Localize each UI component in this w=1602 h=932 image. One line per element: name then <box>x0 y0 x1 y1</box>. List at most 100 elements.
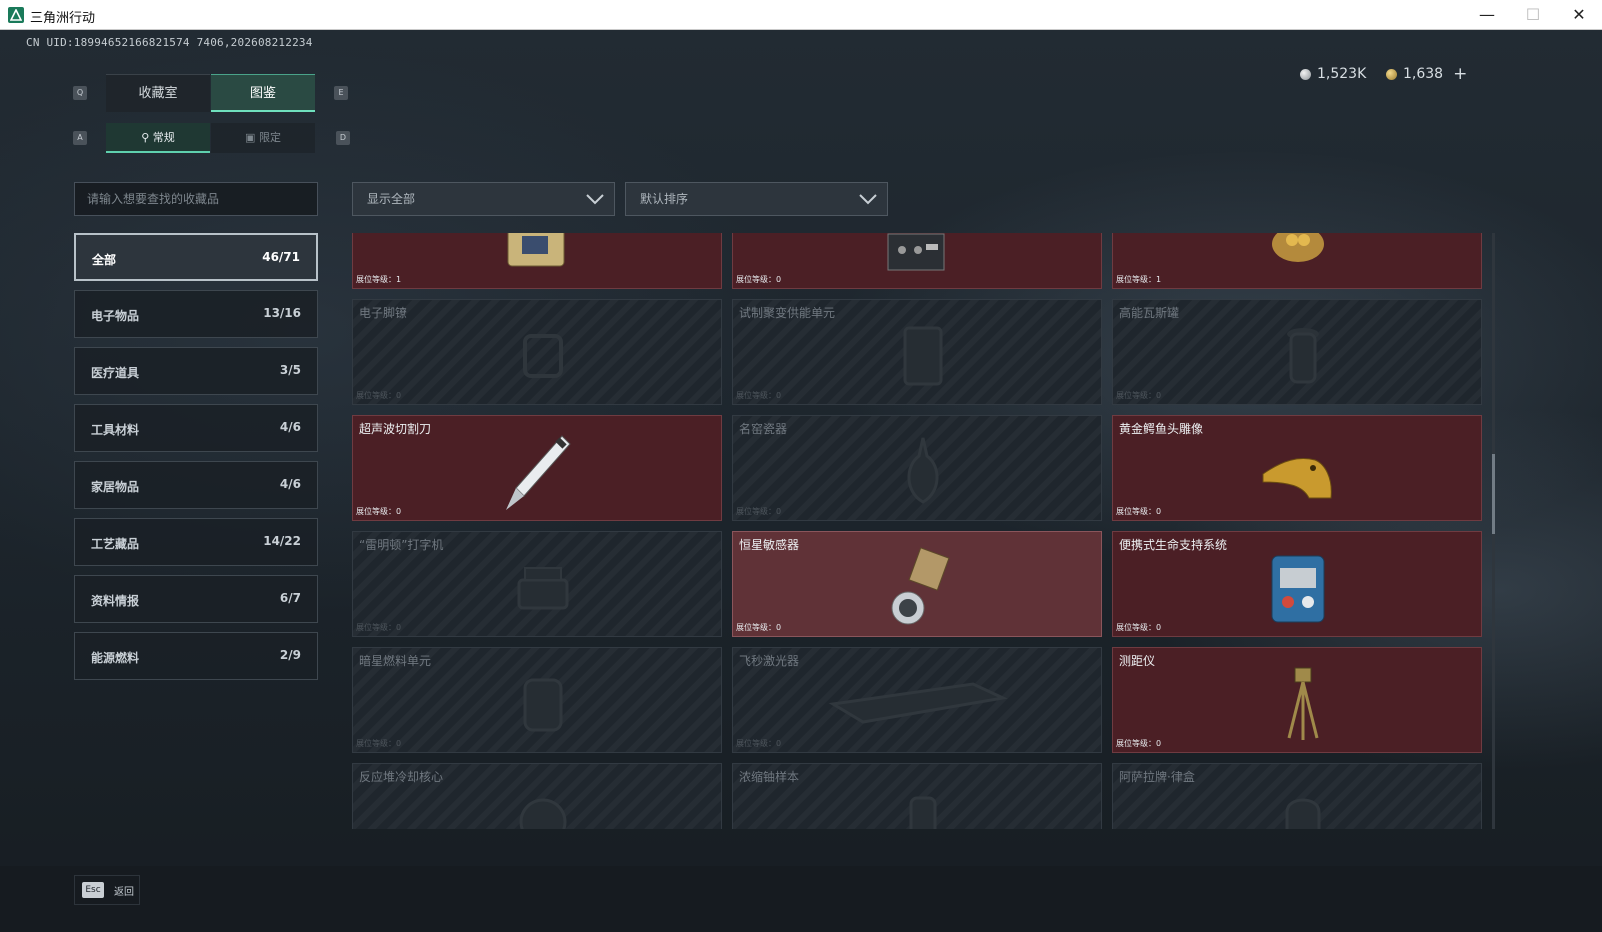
display-level: 展位等级：0 <box>736 739 782 748</box>
collectible-card[interactable]: 名窑瓷器 展位等级：0 <box>732 415 1102 521</box>
display-level: 展位等级：0 <box>1116 623 1162 632</box>
subtab-limited[interactable]: ▣ 限定 <box>211 123 315 153</box>
ultrasonic-knife-icon <box>506 435 571 510</box>
category-label: 家居物品 <box>91 480 140 494</box>
radio-icon <box>887 233 945 271</box>
display-level: 展位等级：0 <box>356 623 402 632</box>
box-icon <box>1285 798 1321 829</box>
category-count: 2/9 <box>279 648 301 662</box>
add-currency-button[interactable]: + <box>1453 64 1467 84</box>
category-household[interactable]: 家居物品 4/6 <box>74 461 318 509</box>
subtab-regular[interactable]: ⚲ 常规 <box>106 123 210 153</box>
collectible-card[interactable]: 飞秒激光器 展位等级：0 <box>732 647 1102 753</box>
nest-icon <box>1272 233 1324 262</box>
maximize-button[interactable]: ☐ <box>1510 0 1556 30</box>
silver-amount: 1,523K <box>1317 66 1367 82</box>
display-level: 展位等级：0 <box>356 739 402 748</box>
category-electronics[interactable]: 电子物品 13/16 <box>74 290 318 338</box>
category-label: 工艺藏品 <box>91 537 140 551</box>
category-crafts[interactable]: 工艺藏品 14/22 <box>74 518 318 566</box>
display-level: 展位等级：0 <box>736 275 782 284</box>
collectible-name: 浓缩铀样本 <box>739 770 800 784</box>
reactor-core-icon <box>519 798 567 829</box>
display-level: 展位等级：0 <box>736 507 782 516</box>
typewriter-icon <box>517 567 569 610</box>
collectible-card[interactable]: 测距仪 展位等级：0 <box>1112 647 1482 753</box>
uranium-icon <box>909 796 937 829</box>
rangefinder-icon <box>1287 667 1319 740</box>
collectible-name: 高能瓦斯罐 <box>1119 306 1180 320</box>
collectible-name: 反应堆冷却核心 <box>359 770 444 784</box>
category-label: 工具材料 <box>91 423 140 437</box>
collectible-name: 试制聚变供能单元 <box>739 306 836 320</box>
collectible-card[interactable]: 展位等级：1 <box>352 233 722 289</box>
display-level: 展位等级：0 <box>1116 739 1162 748</box>
back-label: 返回 <box>114 887 134 898</box>
collectible-card[interactable]: 便携式生命支持系统 展位等级：0 <box>1112 531 1482 637</box>
display-level: 展位等级：0 <box>736 391 782 400</box>
esc-key-hint: Esc <box>82 882 104 898</box>
collectible-name: “雷明顿”打字机 <box>359 538 444 552</box>
filter-dropdown[interactable]: 显示全部 <box>352 182 615 216</box>
collectible-card[interactable]: 试制聚变供能单元 展位等级：0 <box>732 299 1102 405</box>
shackle-icon <box>523 334 563 378</box>
filter-dropdown-label: 显示全部 <box>367 192 416 206</box>
category-all[interactable]: 全部 46/71 <box>74 233 318 281</box>
search-input[interactable] <box>74 182 318 216</box>
laser-icon <box>828 682 1008 724</box>
fuel-cell-icon <box>523 678 563 732</box>
category-tools[interactable]: 工具材料 4/6 <box>74 404 318 452</box>
collectible-name: 电子脚镣 <box>359 306 408 320</box>
collectible-card[interactable]: “雷明顿”打字机 展位等级：0 <box>352 531 722 637</box>
collectible-name: 恒星敏感器 <box>739 538 800 552</box>
category-energy[interactable]: 能源燃料 2/9 <box>74 632 318 680</box>
display-level: 展位等级：0 <box>356 507 402 516</box>
collectible-card[interactable]: 展位等级：0 <box>732 233 1102 289</box>
collectible-name: 阿萨拉牌·律盒 <box>1119 770 1195 784</box>
display-level: 展位等级：0 <box>356 391 402 400</box>
uid-text: CN UID:18994652166821574 7406,2026082122… <box>26 36 313 49</box>
collectible-card[interactable]: 电子脚镣 展位等级：0 <box>352 299 722 405</box>
chevron-down-icon <box>586 194 604 205</box>
app-logo-icon <box>8 7 24 23</box>
tab-collection-room[interactable]: 收藏室 <box>106 74 210 112</box>
category-count: 46/71 <box>262 250 300 264</box>
category-count: 4/6 <box>279 420 301 434</box>
display-level: 展位等级：1 <box>356 275 402 284</box>
display-level: 展位等级：0 <box>736 623 782 632</box>
category-count: 14/22 <box>263 534 301 548</box>
collectible-card[interactable]: 阿萨拉牌·律盒 <box>1112 763 1482 829</box>
key-hint-prev-tab: Q <box>73 86 87 100</box>
collectible-card[interactable]: 暗星燃料单元 展位等级：0 <box>352 647 722 753</box>
collectible-card[interactable]: 超声波切割刀 展位等级：0 <box>352 415 722 521</box>
bottom-bar <box>0 866 1602 932</box>
gas-tank-icon <box>1287 328 1319 384</box>
collectible-card[interactable]: 反应堆冷却核心 <box>352 763 722 829</box>
collectible-card[interactable]: 展位等级：1 <box>1112 233 1482 289</box>
collectible-card[interactable]: 浓缩铀样本 <box>732 763 1102 829</box>
category-intel[interactable]: 资料情报 6/7 <box>74 575 318 623</box>
category-label: 电子物品 <box>91 309 140 323</box>
minimize-button[interactable]: — <box>1464 0 1510 30</box>
game-screen: CN UID:18994652166821574 7406,2026082122… <box>0 30 1602 932</box>
gold-amount: 1,638 <box>1403 66 1444 82</box>
grid-scrollbar-thumb[interactable] <box>1492 454 1495 534</box>
display-level: 展位等级：0 <box>1116 391 1162 400</box>
gold-currency: 1,638 + <box>1386 64 1467 84</box>
tab-codex[interactable]: 图鉴 <box>211 74 315 112</box>
collectible-name: 名窑瓷器 <box>739 422 788 436</box>
close-button[interactable]: ✕ <box>1556 0 1602 30</box>
key-hint-prev-subtab: A <box>73 131 87 145</box>
category-count: 4/6 <box>279 477 301 491</box>
gold-coin-icon <box>1386 68 1397 80</box>
key-hint-next-tab: E <box>334 86 348 100</box>
collectible-grid: 展位等级：1 展位等级：0 展位等级：1 电子脚镣 展位等级：0 试制聚变供能单… <box>352 233 1484 829</box>
silver-currency: 1,523K <box>1300 64 1366 84</box>
category-medical[interactable]: 医疗道具 3/5 <box>74 347 318 395</box>
collectible-card[interactable]: 恒星敏感器 展位等级：0 <box>732 531 1102 637</box>
category-count: 6/7 <box>279 591 301 605</box>
collectible-card[interactable]: 高能瓦斯罐 展位等级：0 <box>1112 299 1482 405</box>
collectible-card[interactable]: 黄金鳄鱼头雕像 展位等级：0 <box>1112 415 1482 521</box>
image-icon: ▣ <box>245 131 256 144</box>
sort-dropdown[interactable]: 默认排序 <box>625 182 888 216</box>
